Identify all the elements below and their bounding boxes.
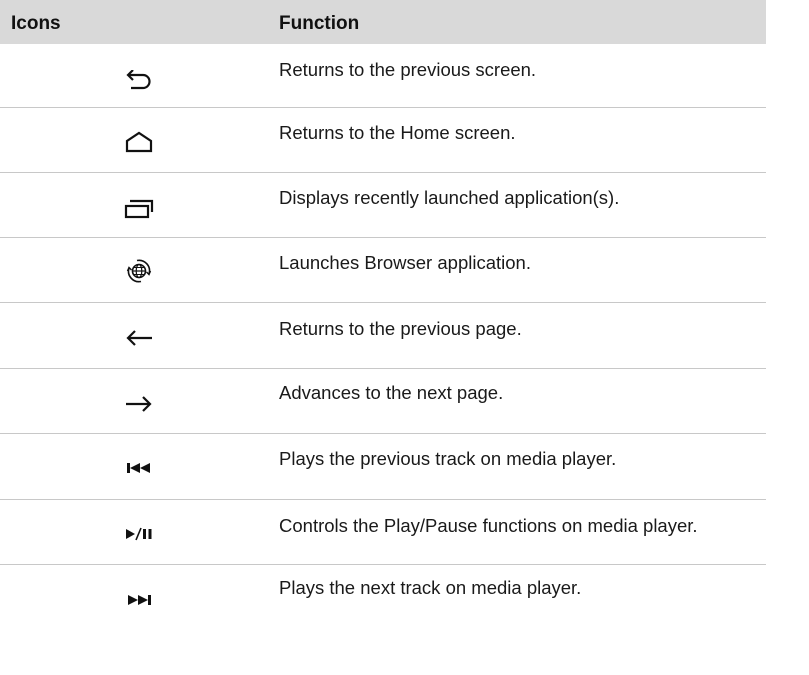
header-function: Function: [279, 13, 360, 34]
header-icons: Icons: [11, 13, 61, 34]
row-function-text: Plays the previous track on media player…: [279, 448, 617, 469]
table-row: Displays recently launched application(s…: [0, 173, 766, 238]
arrow-left-icon: [0, 329, 278, 347]
table-header: Icons Function: [0, 0, 766, 44]
browser-icon: [0, 259, 278, 285]
row-function-text: Controls the Play/Pause functions on med…: [279, 515, 698, 536]
back-icon: [0, 70, 278, 90]
table-row: Controls the Play/Pause functions on med…: [0, 500, 766, 565]
arrow-right-icon: [0, 395, 278, 413]
table-row: Plays the previous track on media player…: [0, 434, 766, 500]
table-row: Returns to the previous page.: [0, 303, 766, 369]
icon-function-table: Icons Function Returns to the previous s…: [0, 0, 766, 631]
table-row: Launches Browser application.: [0, 238, 766, 303]
recent-apps-icon: [0, 199, 278, 219]
row-function-text: Plays the next track on media player.: [279, 577, 582, 598]
table-row: Returns to the Home screen.: [0, 108, 766, 173]
table-row: Advances to the next page.: [0, 369, 766, 434]
next-track-icon: [0, 594, 278, 606]
row-function-text: Advances to the next page.: [279, 382, 504, 403]
row-function-text: Displays recently launched application(s…: [279, 187, 620, 208]
play-pause-icon: [0, 527, 278, 541]
row-function-text: Returns to the previous screen.: [279, 59, 537, 80]
table-row: Plays the next track on media player.: [0, 565, 766, 631]
home-icon: [0, 131, 278, 153]
row-function-text: Returns to the previous page.: [279, 318, 522, 339]
previous-track-icon: [0, 462, 278, 474]
table-row: Returns to the previous screen.: [0, 44, 766, 108]
row-function-text: Returns to the Home screen.: [279, 122, 516, 143]
row-function-text: Launches Browser application.: [279, 252, 531, 273]
